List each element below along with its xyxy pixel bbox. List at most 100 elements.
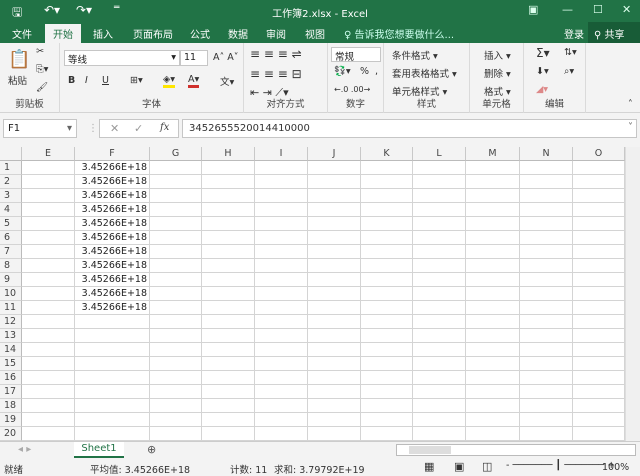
cell-H12[interactable] <box>202 315 255 329</box>
row-header-11[interactable]: 11 <box>0 301 22 315</box>
cell-F7[interactable]: 3.45266E+18 <box>75 245 150 259</box>
cell-O12[interactable] <box>573 315 625 329</box>
cell-G14[interactable] <box>150 343 202 357</box>
row-header-18[interactable]: 18 <box>0 399 22 413</box>
cell-E7[interactable] <box>22 245 75 259</box>
cell-H13[interactable] <box>202 329 255 343</box>
cell-O18[interactable] <box>573 399 625 413</box>
cell-O13[interactable] <box>573 329 625 343</box>
tab-formulas[interactable]: 公式 <box>190 26 210 41</box>
cell-K19[interactable] <box>361 413 413 427</box>
paste-button[interactable]: 粘贴 <box>8 73 27 87</box>
scrollbar-thumb[interactable] <box>409 446 451 454</box>
font-color-icon[interactable]: A▾ <box>188 74 200 88</box>
cell-K16[interactable] <box>361 371 413 385</box>
cell-K20[interactable] <box>361 427 413 441</box>
cell-G3[interactable] <box>150 189 202 203</box>
borders-icon[interactable]: ⊞▾ <box>130 75 143 86</box>
cell-I14[interactable] <box>255 343 308 357</box>
cell-G13[interactable] <box>150 329 202 343</box>
cell-K17[interactable] <box>361 385 413 399</box>
cell-I10[interactable] <box>255 287 308 301</box>
cell-K9[interactable] <box>361 273 413 287</box>
cell-K2[interactable] <box>361 175 413 189</box>
cell-I11[interactable] <box>255 301 308 315</box>
cell-G10[interactable] <box>150 287 202 301</box>
cell-H9[interactable] <box>202 273 255 287</box>
cell-M1[interactable] <box>466 161 520 175</box>
tab-data[interactable]: 数据 <box>228 26 248 41</box>
expand-formula-bar-icon[interactable]: ˅ <box>628 122 633 133</box>
cell-M19[interactable] <box>466 413 520 427</box>
cell-L10[interactable] <box>413 287 466 301</box>
cell-L12[interactable] <box>413 315 466 329</box>
cell-E11[interactable] <box>22 301 75 315</box>
cell-L1[interactable] <box>413 161 466 175</box>
row-header-17[interactable]: 17 <box>0 385 22 399</box>
cell-O17[interactable] <box>573 385 625 399</box>
cell-J14[interactable] <box>308 343 361 357</box>
row-header-1[interactable]: 1 <box>0 161 22 175</box>
cell-O3[interactable] <box>573 189 625 203</box>
cell-F15[interactable] <box>75 357 150 371</box>
cell-E13[interactable] <box>22 329 75 343</box>
cell-K10[interactable] <box>361 287 413 301</box>
tab-review[interactable]: 审阅 <box>266 26 286 41</box>
cell-M20[interactable] <box>466 427 520 441</box>
bold-button[interactable]: B <box>68 75 75 86</box>
cell-J15[interactable] <box>308 357 361 371</box>
cell-G1[interactable] <box>150 161 202 175</box>
vertical-scrollbar[interactable] <box>625 147 640 441</box>
cell-I18[interactable] <box>255 399 308 413</box>
fill-icon[interactable]: ⬇▾ <box>536 66 549 77</box>
cell-J1[interactable] <box>308 161 361 175</box>
select-all-corner[interactable] <box>0 147 22 161</box>
tab-insert[interactable]: 插入 <box>93 26 113 41</box>
collapse-ribbon-icon[interactable]: ˄ <box>628 99 633 110</box>
cell-I4[interactable] <box>255 203 308 217</box>
cell-O9[interactable] <box>573 273 625 287</box>
cell-F17[interactable] <box>75 385 150 399</box>
cell-N10[interactable] <box>520 287 573 301</box>
cell-L16[interactable] <box>413 371 466 385</box>
cell-I12[interactable] <box>255 315 308 329</box>
autosum-icon[interactable]: Σ▾ <box>536 46 550 60</box>
cell-E5[interactable] <box>22 217 75 231</box>
cell-G4[interactable] <box>150 203 202 217</box>
cell-G7[interactable] <box>150 245 202 259</box>
cell-E20[interactable] <box>22 427 75 441</box>
cell-N11[interactable] <box>520 301 573 315</box>
cell-M11[interactable] <box>466 301 520 315</box>
enter-icon[interactable]: ✓ <box>134 122 143 135</box>
zoom-slider[interactable]: - ─────── ┃ ─────── + <box>506 460 615 471</box>
cell-J20[interactable] <box>308 427 361 441</box>
cell-M10[interactable] <box>466 287 520 301</box>
cell-F13[interactable] <box>75 329 150 343</box>
cell-J8[interactable] <box>308 259 361 273</box>
tab-page-layout[interactable]: 页面布局 <box>133 26 173 41</box>
cell-H7[interactable] <box>202 245 255 259</box>
tell-me-search[interactable]: ♀ 告诉我您想要做什么... <box>344 26 454 41</box>
cell-E12[interactable] <box>22 315 75 329</box>
row-header-13[interactable]: 13 <box>0 329 22 343</box>
font-name-select[interactable]: 等线 ▾ <box>64 50 180 66</box>
cell-L14[interactable] <box>413 343 466 357</box>
cell-I3[interactable] <box>255 189 308 203</box>
sign-in-link[interactable]: 登录 <box>564 26 584 41</box>
cell-M16[interactable] <box>466 371 520 385</box>
row-header-15[interactable]: 15 <box>0 357 22 371</box>
cell-I2[interactable] <box>255 175 308 189</box>
cell-O19[interactable] <box>573 413 625 427</box>
cell-F10[interactable]: 3.45266E+18 <box>75 287 150 301</box>
cell-G6[interactable] <box>150 231 202 245</box>
sheet-tab-sheet1[interactable]: Sheet1 <box>74 442 124 458</box>
cell-E3[interactable] <box>22 189 75 203</box>
cell-I1[interactable] <box>255 161 308 175</box>
cell-J13[interactable] <box>308 329 361 343</box>
cell-K8[interactable] <box>361 259 413 273</box>
cut-icon[interactable]: ✂ <box>36 46 44 57</box>
fill-color-icon[interactable]: ◈▾ <box>163 74 176 88</box>
cell-K3[interactable] <box>361 189 413 203</box>
cell-K1[interactable] <box>361 161 413 175</box>
cell-F11[interactable]: 3.45266E+18 <box>75 301 150 315</box>
